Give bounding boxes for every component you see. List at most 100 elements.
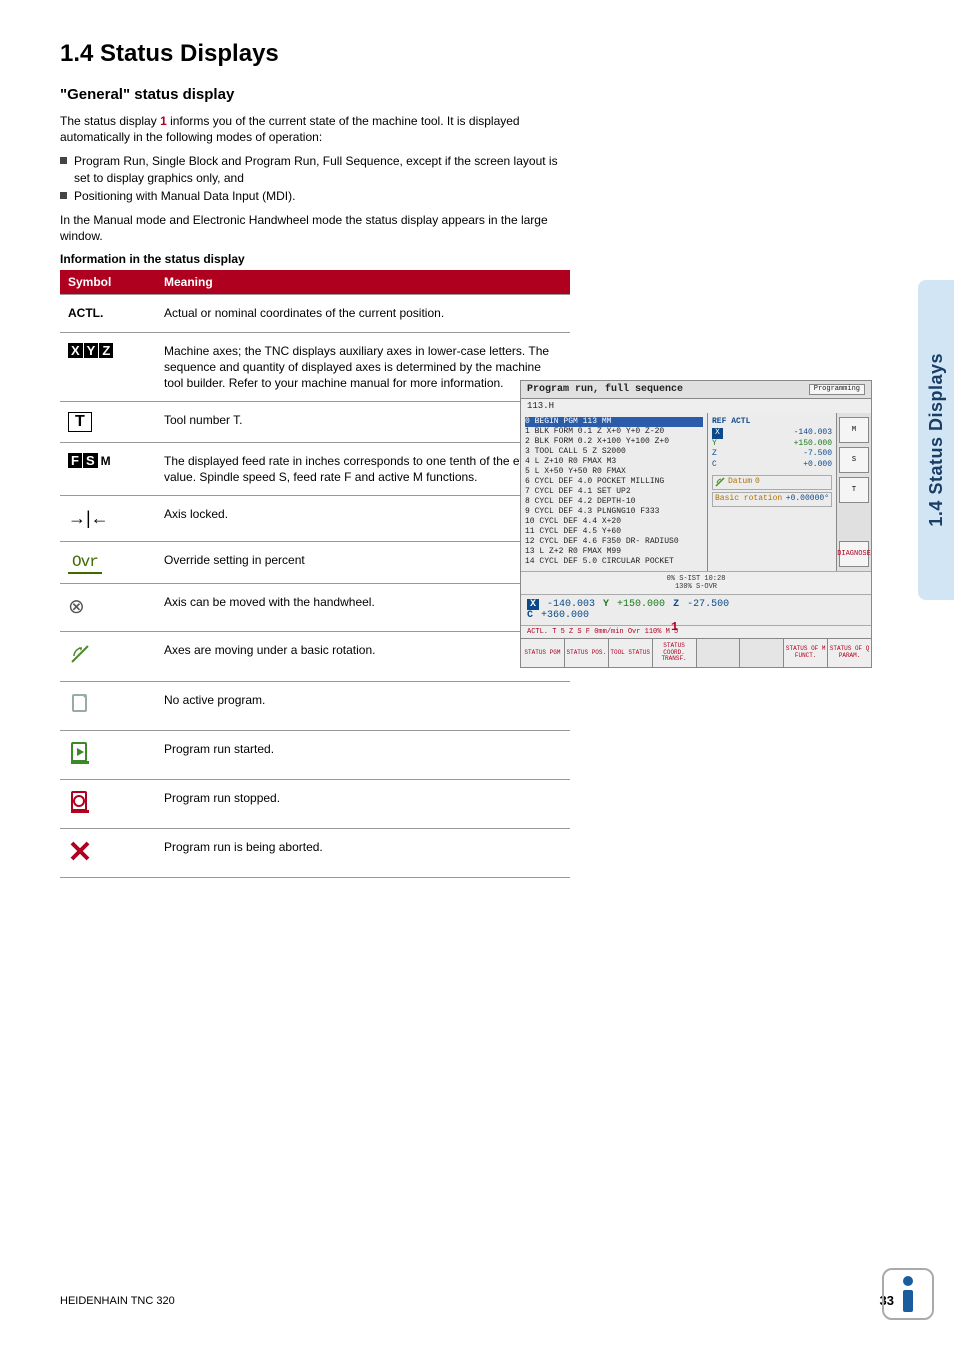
program-run-started-icon [68,741,92,765]
info-heading: Information in the status display [60,252,894,266]
info-icon [882,1268,934,1320]
ss-program-line: 11 CYCL DEF 4.5 Y+60 [525,527,621,536]
general-heading: "General" status display [60,86,894,103]
meaning-cell: Program run is being aborted. [156,829,570,878]
ss-title-right: Programming [809,384,865,395]
meaning-cell: No active program. [156,681,570,730]
ss-ref-y: +150.000 [794,439,832,450]
table-row: ACTL. Actual or nominal coordinates of t… [60,295,570,332]
bullet-item: Positioning with Manual Data Input (MDI)… [60,188,570,204]
softkey[interactable]: STATUS COORD. TRANSF. [653,639,697,667]
ss-coord-x: -140.003 [547,599,595,610]
ss-program-line: 5 L X+50 Y+50 R0 FMAX [525,467,626,476]
meaning-cell: Override setting in percent [156,541,570,584]
ss-ref-c: +0.000 [803,460,832,471]
status-table: Symbol Meaning ACTL. Actual or nominal c… [60,270,570,878]
manual-note: In the Manual mode and Electronic Handwh… [60,212,570,244]
softkey[interactable] [740,639,784,667]
side-tab: 1.4 Status Displays [918,280,954,600]
table-row: Axes are moving under a basic rotation. [60,632,570,681]
table-row: FSM The displayed feed rate in inches co… [60,443,570,496]
ss-ref-z: -7.500 [803,449,832,460]
ss-title: Program run, full sequence [527,384,683,395]
table-row: Program run started. [60,730,570,779]
ss-program-line: 7 CYCL DEF 4.1 SET UP2 [525,487,631,496]
ss-softkeys: STATUS PGM STATUS POS. TOOL STATUS STATU… [521,638,871,667]
th-symbol: Symbol [60,270,156,295]
ss-sidebar-btn-diagnose[interactable]: DIAGNOSE [839,541,869,567]
softkey[interactable]: STATUS POS. [565,639,609,667]
ss-sidebar-btn[interactable]: M [839,417,869,443]
table-row: ⊗ Axis can be moved with the handwheel. [60,584,570,632]
meaning-cell: Program run started. [156,730,570,779]
ss-sidebar-btn[interactable]: S [839,447,869,473]
meaning-cell: Tool number T. [156,402,570,443]
th-meaning: Meaning [156,270,570,295]
ss-ref-x: -140.003 [794,428,832,439]
ss-marker: 1 [671,620,678,634]
meaning-cell: Machine axes; the TNC displays auxiliary… [156,332,570,402]
ss-file: 113.H [521,399,871,413]
intro-ref: 1 [160,114,167,128]
symbol-ovr: Ovr [68,553,102,574]
table-row: T Tool number T. [60,402,570,443]
meaning-cell: Axes are moving under a basic rotation. [156,632,570,681]
intro-paragraph: The status display 1 informs you of the … [60,113,570,145]
table-row: Program run is being aborted. [60,829,570,878]
side-tab-label: 1.4 Status Displays [926,353,947,527]
ss-program-listing: 0 BEGIN PGM 113 MM 1 BLK FORM 0.1 Z X+0 … [521,413,707,571]
datum-icon [715,477,725,487]
ss-mid-line: 130% S-OVR [675,583,717,591]
ss-coord-c: +360.000 [541,610,589,621]
meaning-cell: Axis locked. [156,496,570,541]
softkey[interactable]: STATUS OF M FUNCT. [784,639,828,667]
table-row: Ovr Override setting in percent [60,541,570,584]
ss-rotation-value: +0.00000° [786,494,829,505]
meaning-cell: Program run stopped. [156,779,570,828]
section-title: 1.4 Status Displays [60,40,894,68]
softkey[interactable]: TOOL STATUS [609,639,653,667]
meaning-cell: Axis can be moved with the handwheel. [156,584,570,632]
ss-program-line-highlight: 0 BEGIN PGM 113 MM [525,417,703,427]
ss-sidebar-btn[interactable]: T [839,477,869,503]
ss-coord-z: -27.500 [687,599,729,610]
symbol-xyz: XYZ [68,344,114,358]
table-row: No active program. [60,681,570,730]
ss-sidebar: M S T DIAGNOSE [836,413,871,571]
meaning-cell: The displayed feed rate in inches corres… [156,443,570,496]
ss-mid-status: 0% S-IST 10:28 130% S-OVR [521,571,871,594]
symbol-t: T [68,412,92,432]
ss-coord-y: +150.000 [617,599,665,610]
softkey[interactable]: STATUS PGM [521,639,565,667]
footer-left: HEIDENHAIN TNC 320 [60,1295,175,1307]
softkey[interactable] [697,639,741,667]
softkey[interactable]: STATUS OF Q PARAM. [828,639,871,667]
symbol-actl: ACTL. [68,306,103,320]
ss-ref-panel: REF ACTL X-140.003 Y+150.000 Z-7.500 C+0… [707,413,836,571]
table-row: →|← Axis locked. [60,496,570,541]
meaning-cell: Actual or nominal coordinates of the cur… [156,295,570,332]
handwheel-icon: ⊗ [68,596,85,618]
symbol-fsm: FSM [68,454,111,468]
ss-status-line-text: ACTL. T 5 Z S F 0mm/min Ovr 110% M 5 [527,628,678,636]
tnc-screenshot: Program run, full sequence Programming 1… [520,380,872,668]
ss-program-line: 4 L Z+10 R0 FMAX M3 [525,457,616,466]
ss-program-line: 3 TOOL CALL 5 Z S2000 [525,447,626,456]
ss-program-line: 9 CYCL DEF 4.3 PLNGNG10 F333 [525,507,659,516]
ss-ref-title: REF ACTL [712,417,832,428]
ss-program-line: 8 CYCL DEF 4.2 DEPTH-10 [525,497,635,506]
program-run-stopped-icon [68,790,92,814]
basic-rotation-icon [68,642,92,666]
ss-program-line: 10 CYCL DEF 4.4 X+20 [525,517,621,526]
axis-locked-icon: →|← [68,508,109,528]
ss-title-bar: Program run, full sequence Programming [521,381,871,399]
page-footer: HEIDENHAIN TNC 320 33 [60,1293,894,1308]
program-run-aborted-icon [68,839,92,863]
intro-pre: The status display [60,114,160,128]
ss-datum-label: Datum [728,477,752,488]
ss-rotation-label: Basic rotation [715,494,782,505]
ss-coords: X-140.003 Y+150.000 Z-27.500 C+360.000 [521,594,871,625]
bullet-list: Program Run, Single Block and Program Ru… [60,153,570,204]
ss-status-line: 1 ACTL. T 5 Z S F 0mm/min Ovr 110% M 5 [521,625,871,638]
ss-program-line: 2 BLK FORM 0.2 X+100 Y+100 Z+0 [525,437,669,446]
